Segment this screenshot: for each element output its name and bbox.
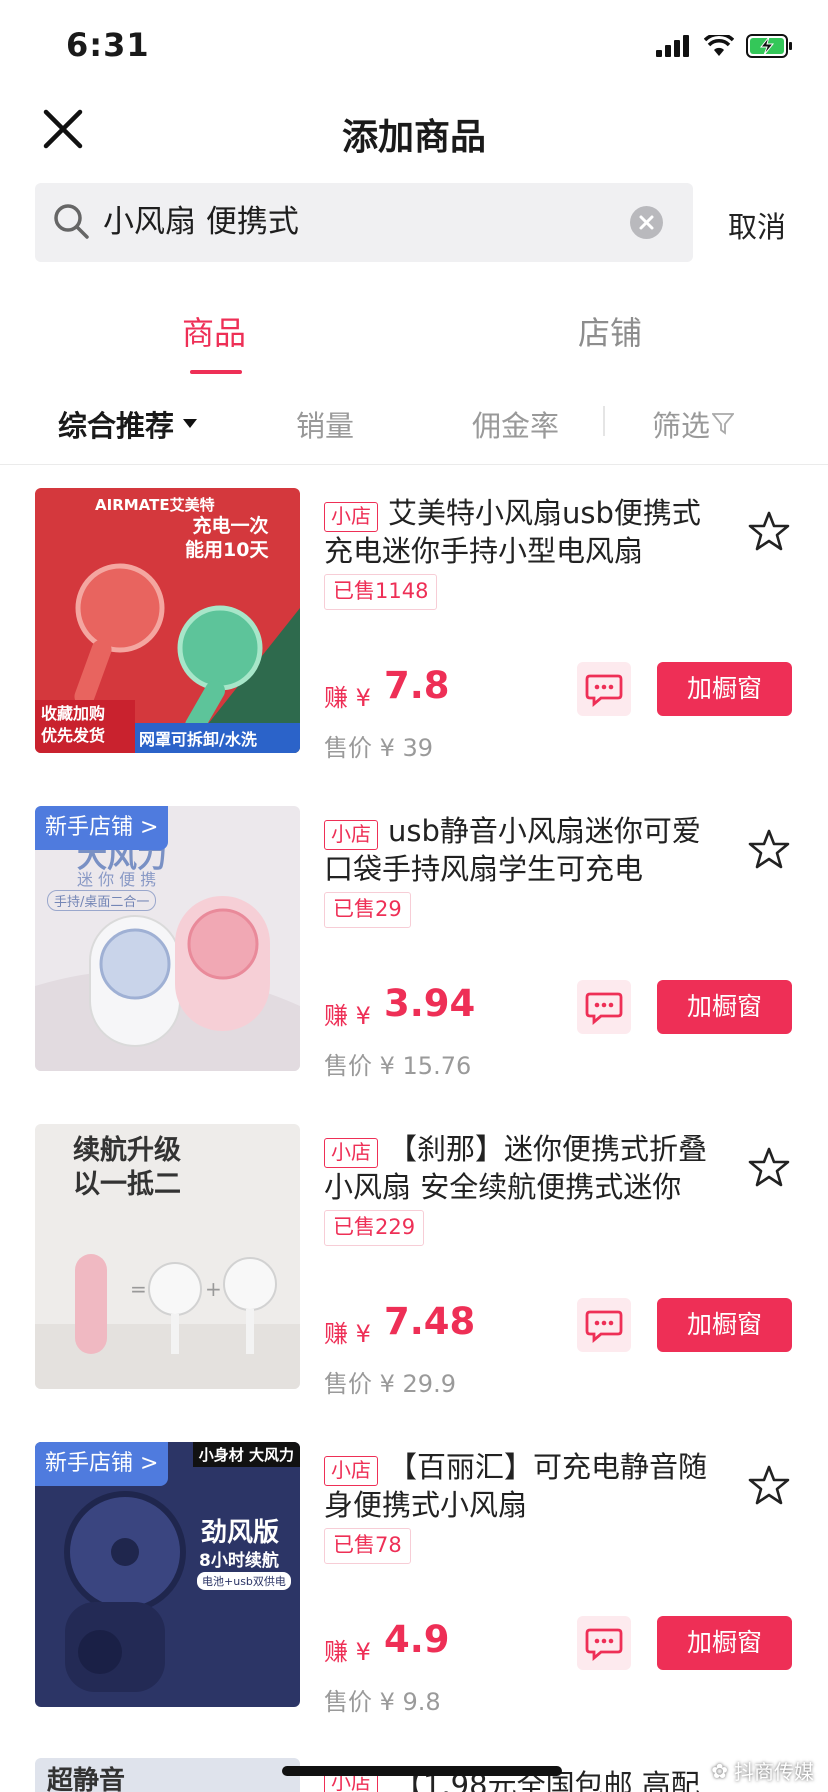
thumb-caption: 充电一次 能用10天 bbox=[185, 515, 269, 561]
chat-button[interactable] bbox=[577, 980, 631, 1034]
watermark: ✿ 抖商传媒 bbox=[711, 1756, 814, 1785]
watermark-text: 抖商传媒 bbox=[734, 1760, 814, 1784]
search-box[interactable]: 小风扇 便携式 bbox=[35, 183, 693, 262]
product-image[interactable]: 大风力 迷 你 便 携 手持/桌面二合一 新手店铺 > bbox=[35, 806, 300, 1071]
star-icon[interactable] bbox=[748, 510, 790, 552]
svg-text:+: + bbox=[205, 1277, 222, 1301]
sale-price: 售价 ¥ 15.76 bbox=[324, 1052, 472, 1080]
signal-icon bbox=[656, 35, 689, 57]
chat-button[interactable] bbox=[577, 662, 631, 716]
product-image[interactable]: AIRMATE艾美特 充电一次 能用10天 收藏加购 优先发货 网罩可拆卸/水洗 bbox=[35, 488, 300, 753]
chat-button[interactable] bbox=[577, 1616, 631, 1670]
shop-type-tag: 小店 bbox=[324, 820, 378, 850]
sale-price: 售价 ¥ 9.8 bbox=[324, 1688, 441, 1716]
thumb-feature: 手持/桌面二合一 bbox=[47, 890, 157, 911]
sold-count-badge: 已售78 bbox=[324, 1528, 411, 1564]
chat-button[interactable] bbox=[577, 1298, 631, 1352]
shop-type-tag: 小店 bbox=[324, 1138, 378, 1168]
sort-divider bbox=[603, 406, 605, 436]
battery-charging-icon bbox=[746, 34, 792, 58]
add-to-showcase-button[interactable]: 加橱窗 bbox=[657, 1616, 792, 1670]
thumb-headline: 劲风版 bbox=[201, 1518, 280, 1548]
product-image[interactable]: 小身材 大风力 劲风版 8小时续航 电池+usb双供电 新手店铺 > bbox=[35, 1442, 300, 1707]
shop-type-tag: 小店 bbox=[324, 1456, 378, 1486]
sale-price: 售价 ¥ 29.9 bbox=[324, 1370, 456, 1398]
product-title[interactable]: 【百丽汇】可充电静音随身便携式小风扇 bbox=[324, 1448, 714, 1524]
chat-icon bbox=[585, 992, 623, 1026]
status-time: 6:31 bbox=[66, 26, 150, 64]
home-indicator[interactable] bbox=[282, 1766, 562, 1776]
star-icon[interactable] bbox=[748, 1464, 790, 1506]
header-divider bbox=[0, 464, 828, 465]
sold-count-badge: 已售229 bbox=[324, 1210, 425, 1246]
status-icons bbox=[656, 34, 794, 58]
chat-icon bbox=[585, 1628, 623, 1662]
filter-icon bbox=[712, 413, 735, 435]
sort-commission[interactable]: 佣金率 bbox=[472, 403, 559, 445]
earn-value: 4.9 bbox=[384, 1618, 450, 1661]
sort-default[interactable]: 综合推荐 bbox=[58, 403, 198, 445]
product-image[interactable]: 超静音 bbox=[35, 1758, 300, 1792]
thumb-headline: 超静音 bbox=[47, 1766, 126, 1792]
product-card[interactable]: 大风力 迷 你 便 携 手持/桌面二合一 新手店铺 > usb静音小风扇迷你可爱… bbox=[0, 806, 828, 1124]
thumb-badge: 收藏加购 优先发货 bbox=[41, 704, 106, 745]
add-to-showcase-button[interactable]: 加橱窗 bbox=[657, 1298, 792, 1352]
star-icon[interactable] bbox=[748, 828, 790, 870]
product-card[interactable]: = + 续航升级 以一抵二 【刹那】迷你便携式折叠小风扇 安全续航便携式迷你 小店… bbox=[0, 1124, 828, 1442]
sort-filter-label: 筛选 bbox=[652, 409, 711, 443]
thumb-feature: 电池+usb双供电 bbox=[197, 1572, 291, 1590]
page-title: 添加商品 bbox=[341, 117, 486, 158]
sold-count-badge: 已售1148 bbox=[324, 574, 438, 610]
product-title[interactable]: 【刹那】迷你便携式折叠小风扇 安全续航便携式迷你 bbox=[324, 1130, 714, 1206]
newbie-shop-tag[interactable]: 新手店铺 > bbox=[35, 1442, 169, 1486]
sold-count-badge: 已售29 bbox=[324, 892, 411, 928]
product-title[interactable]: 艾美特小风扇usb便携式充电迷你手持小型电风扇 bbox=[324, 494, 714, 570]
thumb-caption: 8小时续航 bbox=[199, 1551, 279, 1571]
clear-search-icon[interactable] bbox=[630, 206, 663, 239]
brand-logo: AIRMATE艾美特 bbox=[95, 496, 215, 514]
wifi-icon bbox=[704, 35, 734, 56]
tab-products[interactable]: 商品 bbox=[182, 308, 246, 354]
product-title[interactable]: usb静音小风扇迷你可爱口袋手持风扇学生可充电 bbox=[324, 812, 714, 888]
active-tab-indicator bbox=[190, 370, 242, 374]
sort-default-label: 综合推荐 bbox=[58, 409, 175, 443]
earn-value: 7.48 bbox=[384, 1300, 476, 1343]
cancel-button[interactable]: 取消 bbox=[728, 204, 786, 246]
earn-label: 赚 ¥ bbox=[324, 1638, 371, 1666]
tab-shops[interactable]: 店铺 bbox=[578, 308, 642, 354]
sale-price: 售价 ¥ 39 bbox=[324, 734, 434, 762]
product-card[interactable]: 小身材 大风力 劲风版 8小时续航 电池+usb双供电 新手店铺 > 【百丽汇】… bbox=[0, 1442, 828, 1760]
add-to-showcase-button[interactable]: 加橱窗 bbox=[657, 980, 792, 1034]
star-icon[interactable] bbox=[748, 1146, 790, 1188]
newbie-shop-tag[interactable]: 新手店铺 > bbox=[35, 806, 169, 850]
chat-icon bbox=[585, 1310, 623, 1344]
earn-value: 3.94 bbox=[384, 982, 476, 1025]
thumb-badge: 小身材 大风力 bbox=[192, 1442, 300, 1467]
sort-filter[interactable]: 筛选 bbox=[652, 403, 735, 445]
add-to-showcase-button[interactable]: 加橱窗 bbox=[657, 662, 792, 716]
earn-value: 7.8 bbox=[384, 664, 450, 707]
caret-down-icon bbox=[183, 419, 198, 428]
chat-icon bbox=[585, 674, 623, 708]
search-icon bbox=[54, 204, 89, 239]
thumb-caption: 迷 你 便 携 bbox=[77, 870, 157, 889]
earn-label: 赚 ¥ bbox=[324, 1002, 371, 1030]
thumb-headline: 续航升级 以一抵二 bbox=[73, 1135, 181, 1200]
svg-text:=: = bbox=[130, 1277, 147, 1301]
sort-sales[interactable]: 销量 bbox=[296, 403, 354, 445]
product-card[interactable]: AIRMATE艾美特 充电一次 能用10天 收藏加购 优先发货 网罩可拆卸/水洗 艾… bbox=[0, 488, 828, 806]
wechat-icon: ✿ bbox=[711, 1758, 728, 1783]
earn-label: 赚 ¥ bbox=[324, 684, 371, 712]
thumb-feature: 网罩可拆卸/水洗 bbox=[139, 730, 257, 749]
status-bar: 6:31 bbox=[0, 0, 828, 96]
earn-label: 赚 ¥ bbox=[324, 1320, 371, 1348]
search-input[interactable]: 小风扇 便携式 bbox=[103, 183, 299, 262]
shop-type-tag: 小店 bbox=[324, 502, 378, 532]
product-image[interactable]: = + 续航升级 以一抵二 bbox=[35, 1124, 300, 1389]
